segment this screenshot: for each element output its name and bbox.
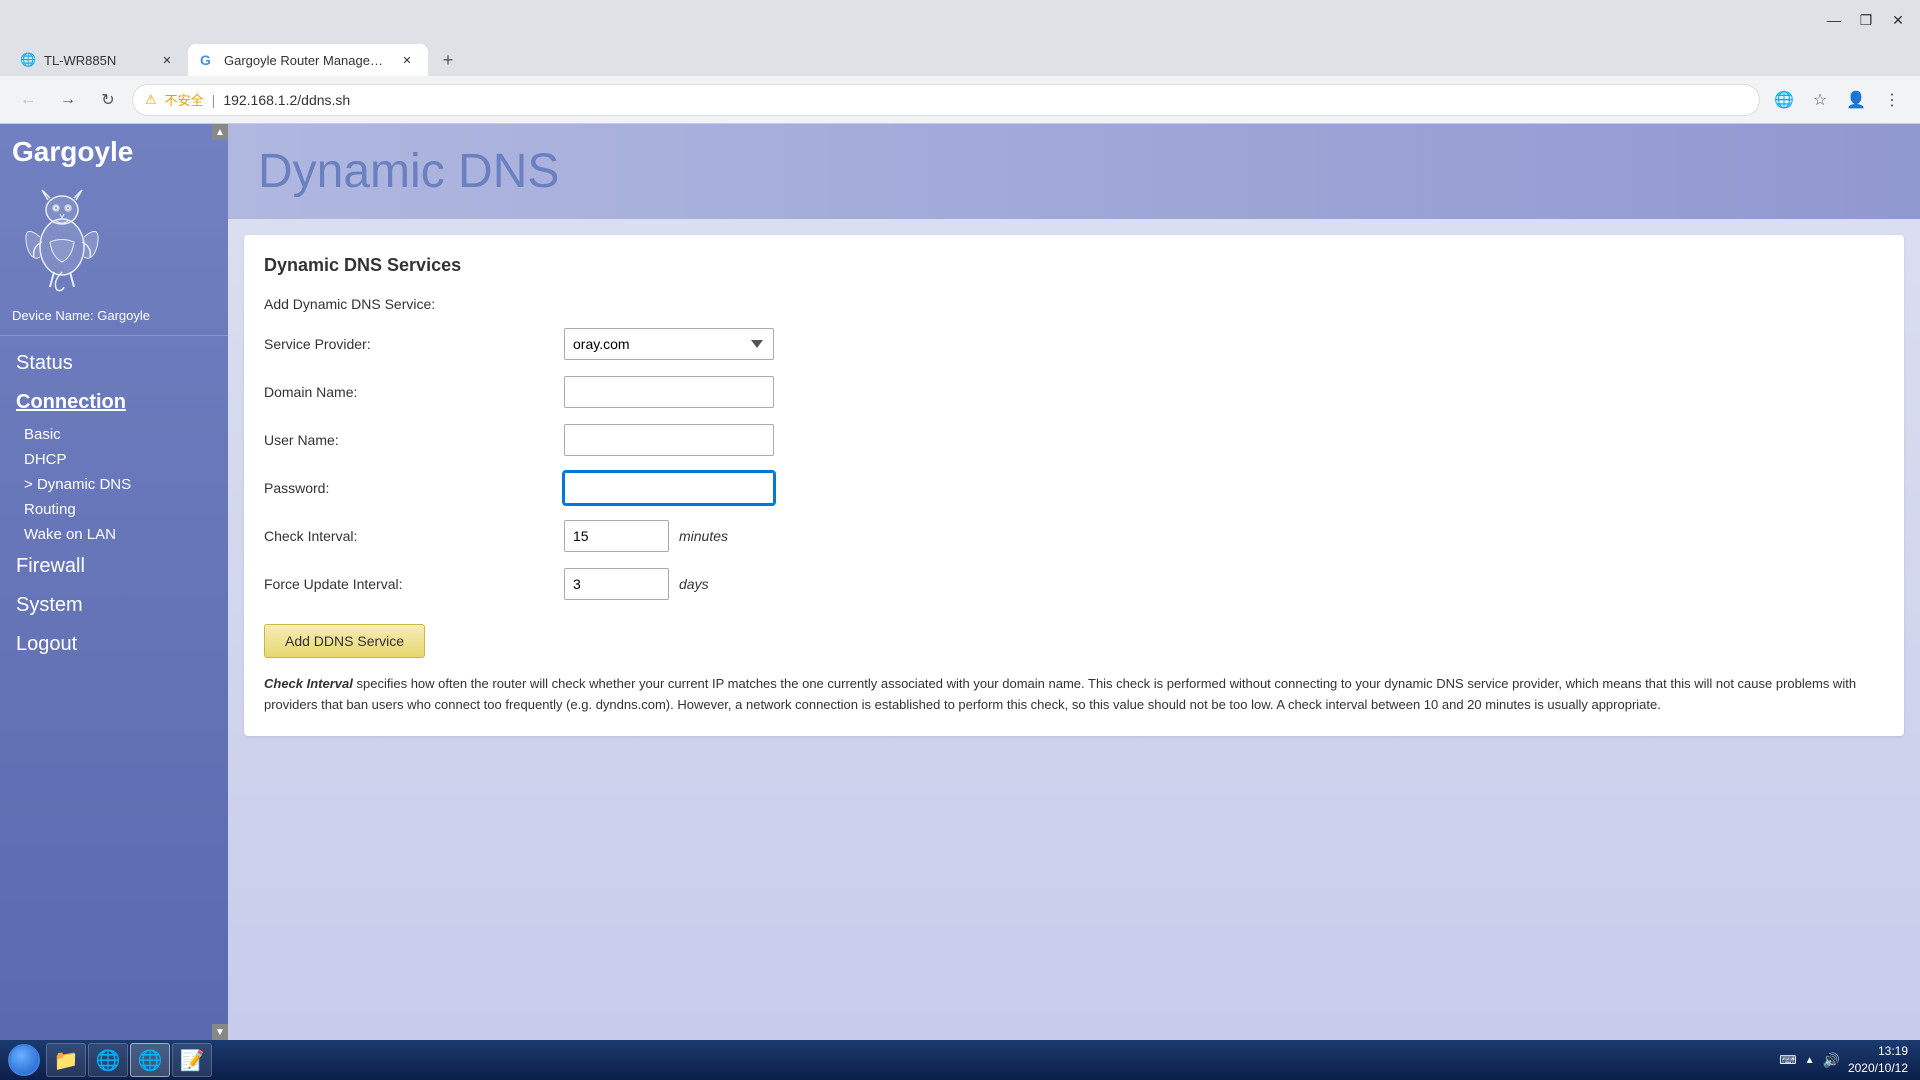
- check-interval-input[interactable]: [564, 520, 669, 552]
- profile-button[interactable]: 👤: [1840, 84, 1872, 116]
- maximize-button[interactable]: ❐: [1852, 6, 1880, 34]
- security-warning-icon: ⚠: [145, 92, 157, 108]
- sidebar-subitem-wake-on-lan[interactable]: Wake on LAN: [0, 522, 228, 547]
- main-content: Dynamic DNS Dynamic DNS Services Add Dyn…: [228, 124, 1920, 1040]
- info-body: specifies how often the router will chec…: [264, 676, 1856, 712]
- sidebar-item-logout[interactable]: Logout: [0, 625, 228, 664]
- start-button[interactable]: [4, 1042, 44, 1078]
- taskbar-system-tray: ⌨ ▲ 🔊 13:19 2020/10/12: [1771, 1043, 1916, 1077]
- date-display: 2020/10/12: [1848, 1060, 1908, 1077]
- domain-name-label: Domain Name:: [264, 384, 564, 400]
- domain-name-row: Domain Name:: [264, 376, 1884, 408]
- add-service-label: Add Dynamic DNS Service:: [264, 296, 1884, 312]
- taskbar-chrome-2[interactable]: 🌐: [130, 1043, 170, 1077]
- user-name-input[interactable]: [564, 424, 774, 456]
- check-interval-label: Check Interval:: [264, 528, 564, 544]
- taskbar-explorer[interactable]: 📁: [46, 1043, 86, 1077]
- browser-content: ▲ Gargoyle: [0, 124, 1920, 1040]
- taskbar-chrome-1[interactable]: 🌐: [88, 1043, 128, 1077]
- volume-icon[interactable]: 🔊: [1823, 1052, 1840, 1069]
- device-name: Device Name: Gargoyle: [0, 304, 228, 336]
- chrome-1-icon: 🌐: [96, 1048, 121, 1073]
- sidebar-scroll-up[interactable]: ▲: [212, 124, 228, 140]
- sidebar-scroll-down[interactable]: ▼: [212, 1024, 228, 1040]
- tab-bar: 🌐 TL-WR885N ✕ G Gargoyle Router Manageme…: [0, 40, 1920, 76]
- minimize-button[interactable]: —: [1820, 6, 1848, 34]
- password-input[interactable]: [564, 472, 774, 504]
- gargoyle-image: [12, 172, 112, 292]
- force-update-label: Force Update Interval:: [264, 576, 564, 592]
- brand-title: Gargoyle: [12, 136, 133, 168]
- sidebar-subitem-dhcp[interactable]: DHCP: [0, 447, 228, 472]
- tab-2[interactable]: G Gargoyle Router Management ✕: [188, 44, 428, 76]
- tab-1-favicon: 🌐: [20, 52, 36, 68]
- tab-2-close[interactable]: ✕: [398, 51, 416, 69]
- close-button[interactable]: ✕: [1884, 6, 1912, 34]
- force-update-row: Force Update Interval: days: [264, 568, 1884, 600]
- translate-button[interactable]: 🌐: [1768, 84, 1800, 116]
- user-name-label: User Name:: [264, 432, 564, 448]
- page-header: Dynamic DNS: [228, 124, 1920, 219]
- user-name-row: User Name:: [264, 424, 1884, 456]
- tab-1-title: TL-WR885N: [44, 53, 150, 68]
- check-interval-unit: minutes: [679, 528, 728, 544]
- sidebar-item-system[interactable]: System: [0, 586, 228, 625]
- start-orb: [8, 1044, 40, 1076]
- address-bar[interactable]: ⚠ 不安全 | 192.168.1.2/ddns.sh: [132, 84, 1760, 116]
- forward-button[interactable]: →: [52, 84, 84, 116]
- tab-2-favicon: G: [200, 52, 216, 68]
- sidebar-subitem-basic[interactable]: Basic: [0, 422, 228, 447]
- security-label: 不安全: [165, 90, 204, 109]
- gargoyle-logo: Gargoyle: [0, 124, 228, 304]
- tab-2-title: Gargoyle Router Management: [224, 53, 390, 68]
- page-title: Dynamic DNS: [258, 144, 1890, 199]
- chevron-up-icon[interactable]: ▲: [1805, 1055, 1815, 1066]
- taskbar-clock: 13:19 2020/10/12: [1848, 1043, 1908, 1077]
- title-bar: — ❐ ✕: [0, 0, 1920, 40]
- explorer-icon: 📁: [54, 1048, 79, 1073]
- tab-1[interactable]: 🌐 TL-WR885N ✕: [8, 44, 188, 76]
- window-controls: — ❐ ✕: [1820, 6, 1912, 34]
- toolbar-icons: 🌐 ☆ 👤 ⋮: [1768, 84, 1908, 116]
- force-update-input[interactable]: [564, 568, 669, 600]
- password-row: Password:: [264, 472, 1884, 504]
- password-label: Password:: [264, 480, 564, 496]
- service-provider-row: Service Provider: oray.com dyndns.com no…: [264, 328, 1884, 360]
- dns-services-card: Dynamic DNS Services Add Dynamic DNS Ser…: [244, 235, 1904, 736]
- add-ddns-service-button[interactable]: Add DDNS Service: [264, 624, 425, 658]
- service-provider-label: Service Provider:: [264, 336, 564, 352]
- refresh-button[interactable]: ↻: [92, 84, 124, 116]
- info-italic: Check Interval: [264, 676, 353, 691]
- card-title: Dynamic DNS Services: [264, 255, 1884, 276]
- domain-name-input[interactable]: [564, 376, 774, 408]
- keyboard-icon: ⌨: [1779, 1053, 1796, 1067]
- notepad-icon: 📝: [180, 1048, 205, 1073]
- sidebar-subitem-dynamic-dns[interactable]: Dynamic DNS: [0, 472, 228, 497]
- check-interval-row: Check Interval: minutes: [264, 520, 1884, 552]
- menu-button[interactable]: ⋮: [1876, 84, 1908, 116]
- omnibar: ← → ↻ ⚠ 不安全 | 192.168.1.2/ddns.sh 🌐 ☆ 👤 …: [0, 76, 1920, 124]
- taskbar: 📁 🌐 🌐 📝 ⌨ ▲ 🔊 13:19 2020/10/12: [0, 1040, 1920, 1080]
- force-update-unit: days: [679, 576, 709, 592]
- time-display: 13:19: [1848, 1043, 1908, 1060]
- sidebar-item-firewall[interactable]: Firewall: [0, 547, 228, 586]
- taskbar-notepad[interactable]: 📝: [172, 1043, 212, 1077]
- sidebar-item-connection[interactable]: Connection: [0, 383, 228, 422]
- info-text: Check Interval specifies how often the r…: [264, 674, 1884, 716]
- new-tab-button[interactable]: +: [432, 44, 464, 76]
- sidebar-subitem-routing[interactable]: Routing: [0, 497, 228, 522]
- sidebar: ▲ Gargoyle: [0, 124, 228, 1040]
- address-text: 192.168.1.2/ddns.sh: [223, 92, 350, 108]
- chrome-2-icon: 🌐: [138, 1048, 163, 1073]
- tab-1-close[interactable]: ✕: [158, 51, 176, 69]
- content-area: Dynamic DNS Services Add Dynamic DNS Ser…: [228, 219, 1920, 752]
- nav-section: Status Connection Basic DHCP Dynamic DNS…: [0, 336, 228, 672]
- back-button[interactable]: ←: [12, 84, 44, 116]
- sidebar-item-status[interactable]: Status: [0, 344, 228, 383]
- service-provider-select[interactable]: oray.com dyndns.com noip.com freedns.afr…: [564, 328, 774, 360]
- bookmark-button[interactable]: ☆: [1804, 84, 1836, 116]
